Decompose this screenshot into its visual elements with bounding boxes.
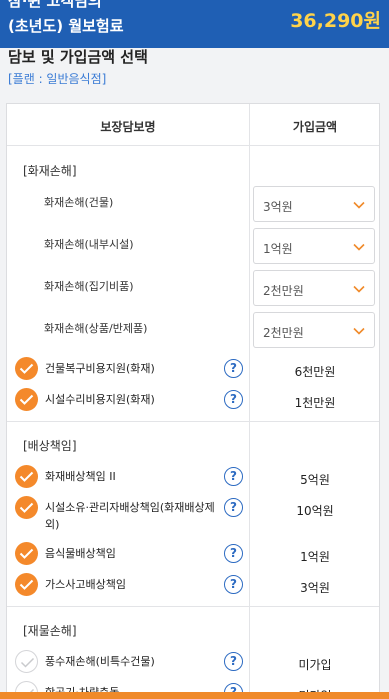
amount-select-interior[interactable]: 1억원 [253,228,375,264]
coverage-name: 화재손해(내부시설) [44,238,134,251]
chevron-down-icon [353,201,365,209]
check-icon [19,579,34,590]
coverage-checkbox[interactable] [15,573,38,596]
coverage-name: 건물복구비용지원(화재) [45,362,155,375]
group-label-property: [재물손해] [23,624,77,638]
group-divider [7,606,379,607]
coverage-table: 보장담보명 가입금액 [화재손해] 화재손해(건물) 3억원 화재손해(내부시설… [6,103,380,699]
coverage-amount: 10억원 [296,504,334,518]
coverage-name: 화재배상책임 II [45,470,116,483]
table-header: 보장담보명 가입금액 [7,104,379,146]
help-icon[interactable]: ? [224,575,243,594]
help-icon[interactable]: ? [224,652,243,671]
coverage-name: 시설소유·관리자배상책임(화재배상제외) [45,501,215,531]
bottom-action-bar[interactable] [0,692,389,699]
coverage-amount: 3억원 [300,581,330,595]
header-coverage-name: 보장담보명 [100,120,156,134]
coverage-checkbox[interactable] [15,496,38,519]
select-value: 2천만원 [263,284,304,298]
check-icon [19,548,34,559]
check-icon [19,394,34,405]
help-icon[interactable]: ? [224,544,243,563]
banner-customer-label: 참·쉰 고객님의 [8,0,102,10]
help-icon[interactable]: ? [224,390,243,409]
check-icon [19,471,34,482]
coverage-checkbox[interactable] [15,650,38,673]
coverage-amount: 1천만원 [294,396,336,410]
group-divider [7,421,379,422]
group-label-fire: [화재손해] [23,164,77,178]
select-value: 2천만원 [263,326,304,340]
plan-label: [플랜 : 일반음식점] [8,72,107,86]
select-value: 3억원 [263,200,293,214]
coverage-amount: 6천만원 [294,365,336,379]
check-icon [20,657,35,668]
header-amount: 가입금액 [292,120,338,134]
coverage-checkbox[interactable] [15,542,38,565]
check-icon [19,502,34,513]
coverage-name: 시설수리비용지원(화재) [45,393,155,406]
amount-select-fixtures[interactable]: 2천만원 [253,270,375,306]
monthly-premium-amount: 36,290원 [290,10,381,32]
check-icon [19,363,34,374]
amount-select-building[interactable]: 3억원 [253,186,375,222]
coverage-name: 가스사고배상책임 [45,578,126,591]
chevron-down-icon [353,285,365,293]
coverage-checkbox[interactable] [15,357,38,380]
help-icon[interactable]: ? [224,467,243,486]
premium-banner: 참·쉰 고객님의 (초년도) 월보험료 36,290원 [0,0,389,48]
coverage-checkbox[interactable] [15,388,38,411]
coverage-checkbox[interactable] [15,465,38,488]
banner-premium-label: (초년도) 월보험료 [8,17,124,35]
coverage-name: 음식물배상책임 [45,547,116,560]
coverage-name: 화재손해(상품/반제품) [44,322,148,335]
help-icon[interactable]: ? [224,359,243,378]
select-value: 1억원 [263,242,293,256]
chevron-down-icon [353,243,365,251]
section-title: 담보 및 가입금액 선택 [8,48,148,66]
coverage-amount: 5억원 [300,473,330,487]
coverage-name: 화재손해(건물) [44,196,114,209]
amount-select-goods[interactable]: 2천만원 [253,312,375,348]
chevron-down-icon [353,327,365,335]
coverage-name: 풍수재손해(비특수건물) [45,655,155,668]
coverage-amount: 미가입 [298,658,332,672]
coverage-name: 화재손해(집기비품) [44,280,134,293]
coverage-amount: 1억원 [300,550,330,564]
help-icon[interactable]: ? [224,498,243,517]
group-label-liability: [배상책임] [23,439,77,453]
